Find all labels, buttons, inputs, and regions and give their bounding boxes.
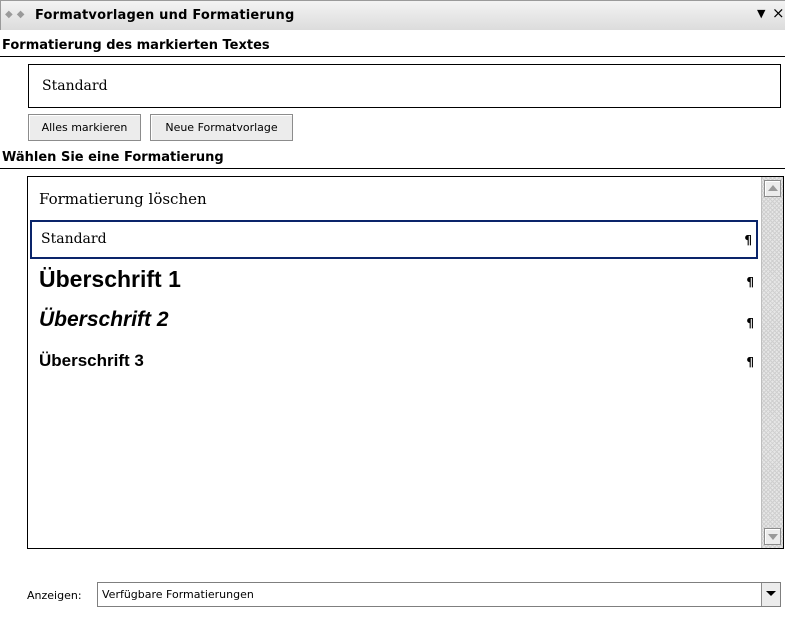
selected-text-section-title: Formatierung des markierten Textes — [2, 38, 270, 53]
list-item-label: Überschrift 2 — [39, 308, 169, 331]
list-item-heading-2[interactable]: Überschrift 2 ¶ — [30, 304, 758, 342]
new-style-button[interactable]: Neue Formatvorlage — [150, 114, 293, 141]
scroll-up-arrow-icon — [768, 185, 778, 191]
list-item-heading-1[interactable]: Überschrift 1 ¶ — [30, 262, 758, 300]
panel-title: Formatvorlagen und Formatierung — [35, 8, 295, 23]
list-item-label: Überschrift 3 — [39, 351, 144, 370]
scroll-down-button[interactable] — [764, 528, 781, 545]
show-label: Anzeigen: — [27, 589, 82, 602]
choose-formatting-section-title: Wählen Sie eine Formatierung — [2, 150, 224, 165]
pilcrow-icon: ¶ — [746, 275, 754, 289]
close-icon[interactable]: × — [772, 6, 785, 21]
list-item-standard[interactable]: Standard ¶ — [30, 220, 758, 259]
list-item-heading-3[interactable]: Überschrift 3 ¶ — [30, 347, 758, 379]
list-item-label: Überschrift 1 — [39, 266, 181, 292]
vertical-scrollbar[interactable] — [761, 177, 783, 548]
scroll-up-button[interactable] — [764, 180, 781, 197]
show-filter-value: Verfügbare Formatierungen — [102, 588, 254, 601]
back-arrow-icon[interactable]: ◆ — [5, 8, 13, 22]
current-style-value: Standard — [42, 78, 108, 94]
pilcrow-icon: ¶ — [746, 355, 754, 369]
pilcrow-icon: ¶ — [744, 233, 752, 247]
select-all-button[interactable]: Alles markieren — [28, 114, 141, 141]
choose-formatting-section-header: Wählen Sie eine Formatierung — [0, 149, 785, 169]
current-style-field: Standard — [28, 64, 781, 108]
show-filter-dropdown-button[interactable] — [761, 583, 780, 606]
panel-titlebar: ◆ ◆ Formatvorlagen und Formatierung ▼ × — [0, 0, 785, 30]
chevron-down-icon — [766, 591, 776, 596]
styles-list: Formatierung löschen Standard ¶ Überschr… — [27, 176, 784, 549]
show-filter-select[interactable]: Verfügbare Formatierungen — [97, 582, 781, 607]
list-item-clear-formatting[interactable]: Formatierung löschen — [30, 185, 758, 219]
list-item-label: Standard — [41, 231, 107, 247]
pilcrow-icon: ¶ — [746, 316, 754, 330]
list-item-label: Formatierung löschen — [39, 190, 207, 208]
scroll-down-arrow-icon — [768, 534, 778, 540]
nav-arrows: ◆ ◆ — [5, 8, 24, 22]
forward-arrow-icon[interactable]: ◆ — [17, 8, 25, 22]
selected-text-section-header: Formatierung des markierten Textes — [0, 37, 785, 57]
panel-menu-dropdown-icon[interactable]: ▼ — [757, 7, 765, 20]
